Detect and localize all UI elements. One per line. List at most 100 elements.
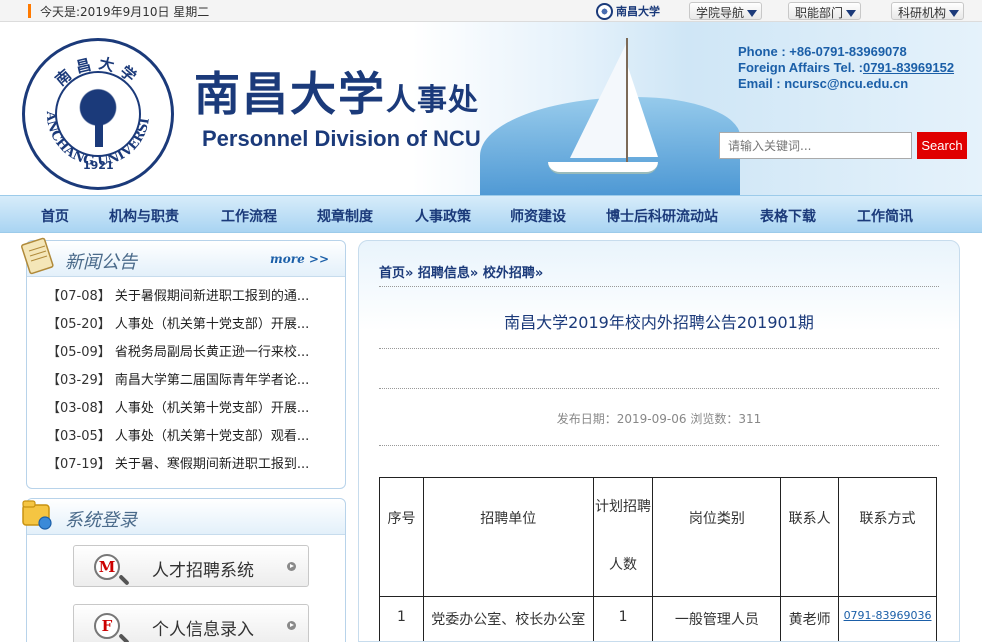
chevron-right-icon: [287, 621, 296, 630]
table-cell: 党委办公室、校长办公室: [422, 596, 594, 641]
site-title-cn: 南昌大学人事处: [194, 58, 479, 124]
news-date: 【07-08】: [47, 289, 111, 304]
news-text: 人事处（机关第十党支部）开展...: [114, 317, 310, 332]
chevron-right-icon: [287, 562, 296, 571]
chevron-down-icon: [747, 10, 758, 17]
news-text: 关于暑假期间新进职工报到的通...: [114, 289, 310, 304]
top-bar: 今天是:2019年9月10日 星期二 南昌大学 学院导航 职能部门 科研机构: [0, 0, 982, 22]
current-date: 今天是:2019年9月10日 星期二: [40, 5, 210, 19]
table-cell: 黄老师: [780, 596, 840, 641]
talent-recruitment-system-button[interactable]: M 人才招聘系统: [73, 545, 309, 587]
nav-faculty[interactable]: 师资建设: [510, 206, 566, 226]
search-button[interactable]: Search: [917, 132, 967, 159]
news-date: 【03-08】: [47, 401, 111, 416]
list-item[interactable]: 【03-05】 人事处（机关第十党支部）观看...: [27, 425, 345, 453]
chevron-down-icon: [949, 10, 960, 17]
login-panel: 系统登录 M 人才招聘系统 F 个人信息录入: [22, 498, 346, 642]
news-panel: 新闻公告 more >> 【07-08】 关于暑假期间新进职工报到的通... 【…: [21, 237, 346, 489]
date-marker: [28, 4, 31, 18]
news-title: 新闻公告: [65, 252, 137, 273]
dropdown-label: 学院导航: [696, 6, 745, 20]
university-seal-icon: [596, 2, 613, 20]
site-title-en: Personnel Division of NCU: [202, 126, 481, 151]
mast-image: [626, 38, 628, 168]
magnifier-f-icon: F: [94, 613, 120, 639]
notepad-icon: [21, 237, 54, 275]
research-dropdown[interactable]: 科研机构: [891, 2, 965, 20]
list-item[interactable]: 【07-19】 关于暑、寒假期间新进职工报到...: [27, 453, 345, 481]
main-nav: 首页 机构与职责 工作流程 规章制度 人事政策 师资建设 博士后科研流动站 表格…: [0, 195, 982, 233]
news-list: 【07-08】 关于暑假期间新进职工报到的通... 【05-20】 人事处（机关…: [27, 285, 345, 481]
chevron-down-icon: [846, 10, 857, 17]
mini-logo[interactable]: 南昌大学: [596, 2, 668, 20]
news-text: 南昌大学第二届国际青年学者论...: [114, 373, 310, 388]
contact-info: Phone : +86-0791-83969078 Foreign Affair…: [738, 44, 954, 92]
foreign-tel-link[interactable]: 0791-83969152: [863, 60, 954, 75]
folder-key-icon: [22, 500, 52, 530]
column-header: 序号: [379, 477, 424, 597]
nav-forms[interactable]: 表格下载: [760, 206, 816, 226]
recruitment-table: 序号 招聘单位 计划招聘人数 岗位类别 联系人 联系方式 1 党委办公室、校长办…: [379, 477, 937, 641]
news-text: 人事处（机关第十党支部）观看...: [114, 429, 310, 444]
list-item[interactable]: 【03-29】 南昌大学第二届国际青年学者论...: [27, 369, 345, 397]
news-more-link[interactable]: more >>: [270, 252, 329, 266]
login-title: 系统登录: [65, 510, 137, 531]
dropdown-label: 职能部门: [795, 6, 844, 20]
news-date: 【03-29】: [47, 373, 111, 388]
email-text: Email : ncursc@ncu.edu.cn: [738, 76, 909, 91]
tree-trunk: [95, 111, 103, 147]
nav-home[interactable]: 首页: [41, 206, 69, 226]
divider: [379, 445, 939, 446]
list-item[interactable]: 【03-08】 人事处（机关第十党支部）开展...: [27, 397, 345, 425]
news-text: 人事处（机关第十党支部）开展...: [114, 401, 310, 416]
sail-image: [570, 40, 628, 158]
nav-organization[interactable]: 机构与职责: [109, 206, 179, 226]
divider: [379, 286, 939, 287]
article-meta: 发布日期：2019-09-06 浏览数：311: [556, 412, 762, 426]
table-cell: 1: [592, 596, 654, 641]
table-row: 1 党委办公室、校长办公室 1 一般管理人员 黄老师 0791-83969036: [379, 596, 937, 641]
nav-postdoc[interactable]: 博士后科研流动站: [606, 206, 718, 226]
column-header: 联系人: [780, 477, 840, 597]
table-cell: 1: [379, 596, 424, 641]
title-main: 南昌大学: [194, 67, 386, 121]
search-input[interactable]: [719, 132, 912, 159]
list-item[interactable]: 【05-20】 人事处（机关第十党支部）开展...: [27, 313, 345, 341]
departments-dropdown[interactable]: 职能部门: [788, 2, 862, 20]
button-label: 个人信息录入: [152, 620, 254, 640]
nav-personnel-policy[interactable]: 人事政策: [415, 206, 471, 226]
contact-phone-link[interactable]: 0791-83969036: [838, 596, 937, 641]
news-date: 【05-20】: [47, 317, 111, 332]
article-title: 南昌大学2019年校内外招聘公告201901期: [504, 313, 814, 332]
boat-image: [548, 162, 658, 174]
table-cell: 一般管理人员: [652, 596, 782, 641]
article-panel: 首页» 招聘信息» 校外招聘» 南昌大学2019年校内外招聘公告201901期 …: [358, 240, 960, 642]
foreign-label: Foreign Affairs Tel. :: [738, 60, 863, 75]
table-header-row: 序号 招聘单位 计划招聘人数 岗位类别 联系人 联系方式: [379, 477, 937, 597]
news-date: 【05-09】: [47, 345, 111, 360]
college-nav-dropdown[interactable]: 学院导航: [689, 2, 763, 20]
breadcrumb[interactable]: 首页» 招聘信息» 校外招聘»: [379, 262, 543, 281]
news-text: 省税务局副局长黄正逊一行来校...: [114, 345, 310, 360]
university-logo[interactable]: NANCHANG UNIVERSITY 南昌大学 1921: [22, 38, 174, 190]
list-item[interactable]: 【07-08】 关于暑假期间新进职工报到的通...: [27, 285, 345, 313]
news-panel-header: 新闻公告 more >>: [21, 237, 345, 277]
title-sub: 人事处: [386, 83, 479, 118]
login-panel-header: 系统登录: [22, 499, 345, 535]
personal-info-entry-button[interactable]: F 个人信息录入: [73, 604, 309, 642]
button-label: 人才招聘系统: [152, 561, 254, 581]
nav-regulations[interactable]: 规章制度: [317, 206, 373, 226]
list-item[interactable]: 【05-09】 省税务局副局长黄正逊一行来校...: [27, 341, 345, 369]
divider: [379, 348, 939, 349]
phone-text: Phone : +86-0791-83969078: [738, 44, 907, 59]
column-header: 招聘单位: [422, 477, 594, 597]
magnifier-m-icon: M: [94, 554, 120, 580]
nav-newsletter[interactable]: 工作简讯: [857, 206, 913, 226]
column-header: 岗位类别: [652, 477, 782, 597]
news-date: 【03-05】: [47, 429, 111, 444]
news-text: 关于暑、寒假期间新进职工报到...: [114, 457, 310, 472]
nav-workflow[interactable]: 工作流程: [221, 206, 277, 226]
column-header: 联系方式: [838, 477, 937, 597]
mini-logo-text: 南昌大学: [616, 5, 660, 18]
site-header: NANCHANG UNIVERSITY 南昌大学 1921 南昌大学人事处 Pe…: [0, 22, 982, 195]
